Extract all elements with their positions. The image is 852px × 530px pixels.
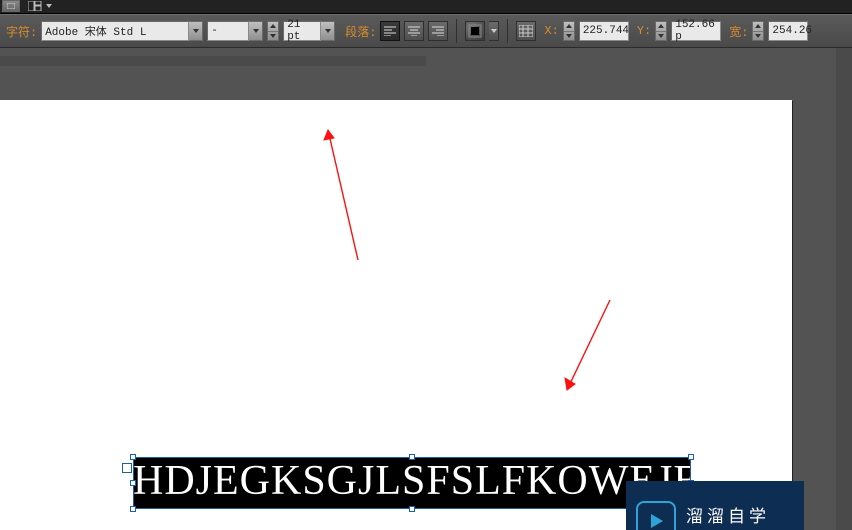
canvas-ruler-area <box>0 56 426 66</box>
w-value[interactable]: 254.26 <box>768 21 808 41</box>
x-spinner[interactable] <box>563 21 575 41</box>
font-family-value[interactable]: Adobe 宋体 Std L <box>41 21 189 41</box>
watermark-text: 溜溜自学 ZIXUE.3D66.COM <box>686 502 790 530</box>
arrange-dropdown-icon[interactable] <box>44 0 54 12</box>
align-left-button[interactable] <box>380 21 400 41</box>
x-value[interactable]: 225.744 <box>579 21 629 41</box>
annotation-arrow-icon <box>555 295 625 405</box>
align-center-button[interactable] <box>404 21 424 41</box>
align-right-button[interactable] <box>428 21 448 41</box>
text-frame[interactable]: HDJEGKSGJLSFSLFKOWEJE <box>133 457 691 509</box>
font-style-dropdown-icon[interactable] <box>249 21 263 41</box>
arrange-documents-icon[interactable] <box>26 0 44 12</box>
font-family-combo[interactable]: Adobe 宋体 Std L <box>41 21 203 41</box>
options-bar: 字符: Adobe 宋体 Std L - 21 pt 段落: <box>0 14 852 48</box>
font-size-spinner[interactable] <box>267 21 279 41</box>
font-size-value[interactable]: 21 pt <box>283 21 321 41</box>
annotation-arrow-icon <box>320 120 370 270</box>
play-icon <box>636 501 676 530</box>
x-label: X: <box>544 24 558 38</box>
w-label: 宽: <box>729 23 748 40</box>
font-size-combo[interactable]: 21 pt <box>283 21 335 41</box>
character-label: 字符: <box>6 23 37 40</box>
separator <box>456 19 457 43</box>
font-style-combo[interactable]: - <box>207 21 263 41</box>
watermark: 溜溜自学 ZIXUE.3D66.COM <box>626 481 804 530</box>
document-tab[interactable] <box>2 0 20 12</box>
workspace: HDJEGKSGJLSFSLFKOWEJE 溜溜自学 ZIXUE.3D66.CO… <box>0 48 852 530</box>
y-label: Y: <box>637 24 651 38</box>
text-in-port[interactable] <box>122 463 132 473</box>
y-value[interactable]: 152.66 p <box>671 21 721 41</box>
watermark-brand: 溜溜自学 <box>686 502 790 527</box>
selected-text[interactable]: HDJEGKSGJLSFSLFKOWEJE <box>133 458 691 508</box>
font-size-dropdown-icon[interactable] <box>321 21 335 41</box>
paragraph-label: 段落: <box>345 23 376 40</box>
y-spinner[interactable] <box>655 21 667 41</box>
font-style-value[interactable]: - <box>207 21 249 41</box>
document-page[interactable]: HDJEGKSGJLSFSLFKOWEJE <box>0 100 792 530</box>
fill-color-dropdown-icon[interactable] <box>489 21 499 41</box>
w-spinner[interactable] <box>752 21 764 41</box>
font-family-dropdown-icon[interactable] <box>189 21 203 41</box>
frame-grid-button[interactable] <box>516 21 536 41</box>
document-tab-strip <box>0 0 852 14</box>
separator <box>507 19 508 43</box>
vertical-scrollbar[interactable] <box>836 48 852 530</box>
fill-color-swatch[interactable] <box>465 21 485 41</box>
